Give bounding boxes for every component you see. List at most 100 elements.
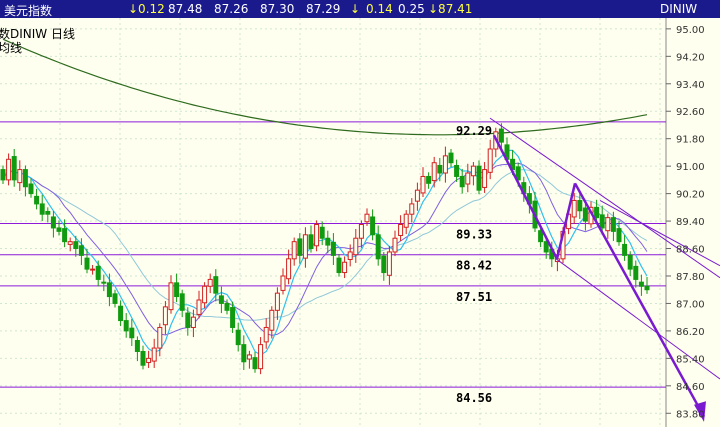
candle-body bbox=[538, 230, 544, 243]
candle-body bbox=[325, 237, 331, 246]
level-label: 92.29 bbox=[456, 124, 492, 138]
candle-body bbox=[263, 326, 269, 343]
candle-body bbox=[146, 357, 152, 363]
low-value: 87.30 bbox=[260, 2, 295, 16]
candle-body bbox=[196, 299, 202, 315]
instrument-name: 美元指数 bbox=[4, 4, 53, 18]
y-tick-label: 93.40 bbox=[676, 80, 705, 91]
candle-body bbox=[78, 245, 84, 256]
candle-body bbox=[291, 241, 297, 260]
candle-body bbox=[157, 326, 163, 349]
candle-body bbox=[118, 305, 124, 322]
candle-body bbox=[465, 172, 471, 185]
candle-body bbox=[190, 316, 196, 328]
candle-body bbox=[364, 213, 370, 223]
candle-body bbox=[336, 257, 342, 274]
candle-body bbox=[426, 175, 432, 184]
change-percent: 0.25 bbox=[398, 2, 425, 16]
candle-body bbox=[252, 357, 258, 370]
candle-body bbox=[50, 216, 56, 229]
candle-body bbox=[543, 241, 549, 253]
y-tick-label: 85.40 bbox=[676, 354, 705, 365]
down-arrow-icon: ↓ bbox=[350, 2, 361, 16]
candle-body bbox=[0, 169, 6, 181]
y-tick-label: 87.80 bbox=[676, 272, 705, 283]
candle-body bbox=[403, 213, 409, 228]
candle-body bbox=[297, 238, 303, 256]
y-tick-label: 86.20 bbox=[676, 327, 705, 338]
candle-body bbox=[577, 199, 583, 212]
candle-body bbox=[381, 255, 387, 274]
candle-body bbox=[638, 281, 644, 287]
candle-body bbox=[134, 340, 140, 352]
candle-body bbox=[123, 320, 129, 332]
candle-body bbox=[437, 164, 443, 174]
candle-body bbox=[45, 210, 51, 215]
level-label: 87.51 bbox=[456, 290, 492, 304]
candle-body bbox=[106, 282, 112, 298]
candle-body bbox=[616, 228, 622, 243]
candle-body bbox=[582, 207, 588, 222]
candle-body bbox=[90, 268, 96, 271]
candle-body bbox=[235, 329, 241, 346]
y-tick-label: 94.20 bbox=[676, 52, 705, 63]
candle-body bbox=[633, 265, 639, 280]
candle-body bbox=[95, 265, 101, 280]
level-label: 88.42 bbox=[456, 259, 492, 273]
candle-body bbox=[571, 199, 577, 218]
candle-body bbox=[314, 224, 320, 247]
candle-body bbox=[84, 257, 90, 270]
y-tick-label: 92.60 bbox=[676, 107, 705, 118]
candle-body bbox=[129, 327, 135, 339]
candle-body bbox=[644, 285, 650, 291]
candle-body bbox=[448, 152, 454, 164]
candle-body bbox=[375, 234, 381, 260]
legend-symbol: 数DINIW 日线 bbox=[0, 26, 75, 41]
candle-body bbox=[73, 241, 79, 250]
candle-body bbox=[213, 276, 219, 294]
candle-body bbox=[420, 175, 426, 194]
symbol-code: DINIW bbox=[660, 2, 698, 16]
candle-body bbox=[414, 189, 420, 202]
candle-body bbox=[442, 155, 448, 174]
candle-body bbox=[39, 203, 45, 215]
y-tick-label: 90.20 bbox=[676, 190, 705, 201]
candle-body bbox=[353, 237, 359, 256]
candle-body bbox=[140, 350, 146, 366]
candle-body bbox=[101, 281, 107, 284]
candle-body bbox=[28, 183, 34, 195]
candle-body bbox=[179, 293, 185, 311]
legend-ma: 均线 bbox=[0, 41, 22, 55]
candle-body bbox=[224, 302, 230, 311]
candle-body bbox=[286, 258, 292, 280]
change-value: ↓0.12 bbox=[128, 2, 165, 16]
candle-body bbox=[151, 347, 157, 362]
candle-body bbox=[280, 275, 286, 291]
candle-body bbox=[17, 169, 23, 184]
candle-body bbox=[62, 228, 68, 243]
candle-body bbox=[258, 344, 264, 370]
candle-body bbox=[622, 243, 628, 256]
candle-body bbox=[162, 306, 168, 326]
y-tick-label: 95.00 bbox=[676, 25, 705, 36]
candle-body bbox=[459, 175, 465, 188]
candle-body bbox=[370, 216, 376, 236]
level-label: 84.56 bbox=[456, 391, 492, 405]
candle-body bbox=[431, 162, 437, 182]
last-price: ↓87.41 bbox=[428, 2, 473, 16]
candle-body bbox=[174, 282, 180, 298]
candle-body bbox=[241, 344, 247, 363]
y-tick-label: 87.00 bbox=[676, 299, 705, 310]
candle-body bbox=[594, 206, 600, 219]
candle-body bbox=[599, 214, 605, 229]
candlestick-chart[interactable]: 95.00 94.20 93.40 92.60 91.80 91.00 90.20 89.40… bbox=[0, 18, 720, 427]
candle-body bbox=[11, 156, 17, 181]
y-tick-label: 88.60 bbox=[676, 245, 705, 256]
candle-body bbox=[392, 237, 398, 253]
price-value: 87.48 bbox=[168, 2, 203, 16]
candle-body bbox=[482, 169, 488, 188]
candle-body bbox=[347, 251, 353, 261]
candle-body bbox=[22, 169, 28, 188]
candle-body bbox=[230, 307, 236, 328]
candle-body bbox=[168, 282, 174, 311]
